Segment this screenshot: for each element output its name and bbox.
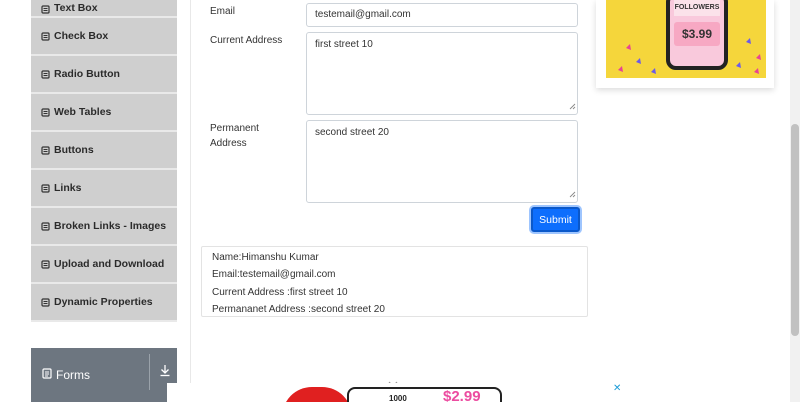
- banner-number: 1000: [389, 394, 407, 402]
- list-icon: [40, 145, 50, 155]
- resize-handle-icon[interactable]: [569, 102, 576, 113]
- current-address-label: Current Address: [210, 35, 283, 46]
- list-icon: [40, 183, 50, 193]
- list-icon: [40, 297, 50, 307]
- sidebar-item-text-box[interactable]: Text Box: [31, 0, 177, 18]
- sidebar: Text Box Check Box Radio Button Web Tabl…: [31, 0, 177, 322]
- permanent-address-label-line2: Address: [210, 138, 247, 149]
- sidebar-item-label: Dynamic Properties: [54, 296, 153, 308]
- download-icon[interactable]: [159, 364, 171, 382]
- advertisement[interactable]: FOLLOWERS $3.99: [596, 0, 774, 88]
- resize-handle-icon[interactable]: [569, 190, 576, 201]
- ad-image: FOLLOWERS $3.99: [606, 0, 766, 78]
- sidebar-item-upload-download[interactable]: Upload and Download: [31, 246, 177, 284]
- list-icon: [40, 69, 50, 79]
- sidebar-item-label: Links: [54, 182, 82, 194]
- page-scrollbar[interactable]: [790, 0, 800, 402]
- document-icon: [42, 366, 52, 384]
- sidebar-item-radio-button[interactable]: Radio Button: [31, 56, 177, 94]
- sidebar-item-label: Radio Button: [54, 68, 120, 80]
- output-name: Name:Himanshu Kumar: [212, 252, 319, 263]
- phone-illustration: FOLLOWERS $3.99: [666, 0, 728, 70]
- permanent-address-field[interactable]: second street 20: [306, 120, 578, 203]
- list-icon: [40, 107, 50, 117]
- forms-group-header[interactable]: Forms: [31, 348, 177, 402]
- close-icon[interactable]: ✕: [613, 383, 621, 394]
- permanent-address-value: second street 20: [315, 127, 389, 138]
- list-icon: [40, 221, 50, 231]
- sidebar-divider: [190, 0, 191, 402]
- output-current-address: Current Address :first street 10: [212, 286, 348, 298]
- followers-text: FOLLOWERS: [674, 0, 720, 16]
- banner-red-shape: [282, 387, 352, 402]
- ad-price: $3.99: [674, 22, 720, 46]
- sidebar-item-buttons[interactable]: Buttons: [31, 132, 177, 170]
- sidebar-item-label: Text Box: [54, 2, 98, 14]
- email-field[interactable]: testemail@gmail.com: [306, 3, 578, 27]
- permanent-address-label: Permanent Address: [210, 121, 259, 151]
- scrollbar-thumb[interactable]: [791, 124, 799, 336]
- sidebar-item-web-tables[interactable]: Web Tables: [31, 94, 177, 132]
- sidebar-item-dynamic-properties[interactable]: Dynamic Properties: [31, 284, 177, 322]
- sidebar-item-label: Upload and Download: [54, 258, 165, 270]
- list-icon: [40, 31, 50, 41]
- email-label: Email: [210, 6, 236, 17]
- sidebar-item-check-box[interactable]: Check Box: [31, 18, 177, 56]
- output-permanent-address: Permananet Address :second street 20: [212, 303, 385, 315]
- current-address-value: first street 10: [315, 39, 373, 50]
- output-email: Email:testemail@gmail.com: [212, 269, 336, 281]
- sidebar-item-label: Check Box: [54, 30, 109, 42]
- sidebar-item-label: Broken Links - Images: [54, 220, 167, 232]
- bottom-banner-ad[interactable]: 1000 $2.99 ✕: [167, 383, 623, 402]
- sidebar-item-links[interactable]: Links: [31, 170, 177, 208]
- list-icon: [40, 4, 50, 14]
- forms-group-label: Forms: [56, 368, 90, 382]
- sidebar-item-label: Web Tables: [54, 106, 112, 118]
- list-icon: [40, 259, 50, 269]
- submit-button[interactable]: Submit: [531, 207, 580, 232]
- output-panel: Name:Himanshu Kumar Email:testemail@gmai…: [201, 246, 588, 317]
- permanent-address-label-line1: Permanent: [210, 123, 259, 134]
- sidebar-item-label: Buttons: [54, 144, 94, 156]
- forms-separator: [149, 354, 150, 390]
- sidebar-item-broken-links[interactable]: Broken Links - Images: [31, 208, 177, 246]
- current-address-field[interactable]: first street 10: [306, 32, 578, 115]
- banner-price: $2.99: [443, 388, 481, 402]
